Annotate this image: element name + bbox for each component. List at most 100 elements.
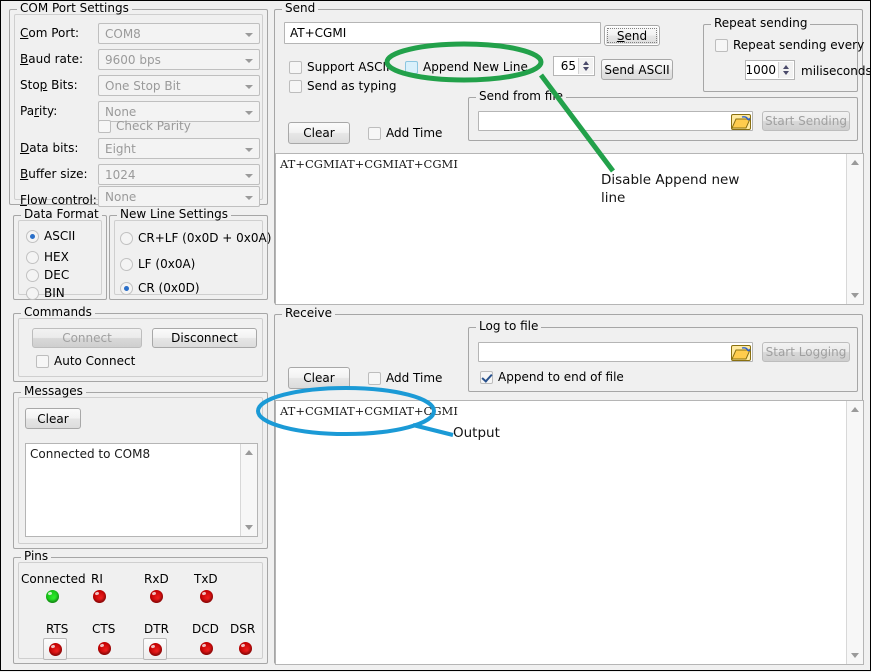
folder-open-icon[interactable] <box>731 112 751 130</box>
messages-clear-button[interactable]: Clear <box>25 408 81 429</box>
send-as-typing-label: Send as typing <box>307 80 396 93</box>
stop-bits-value: One Stop Bit <box>105 79 181 93</box>
pin-led-cts <box>98 642 111 655</box>
pin-led-rts <box>49 643 62 656</box>
radio-box <box>26 251 39 264</box>
stepper-arrows-icon[interactable] <box>578 58 593 74</box>
receive-clear-label: Clear <box>303 371 334 385</box>
scroll-up-icon[interactable] <box>851 160 859 165</box>
pin-label-txd: TxD <box>194 572 218 586</box>
messages-text-area[interactable]: Connected to COM8 <box>25 443 258 537</box>
com-port-select[interactable]: COM8 <box>98 23 260 44</box>
checkbox-box <box>368 372 381 385</box>
new-line-settings-group: New Line Settings CR+LF (0x0D + 0x0A) LF… <box>109 215 268 300</box>
radio-box <box>120 282 133 295</box>
log-to-file-group: Log to file Start Logging Append to end … <box>468 327 858 392</box>
pin-button-rts[interactable] <box>43 638 67 660</box>
repeat-interval-stepper[interactable]: 1000 <box>745 60 795 80</box>
blue-annotation-text: Output <box>453 424 500 442</box>
com-port-settings-legend: COM Port Settings <box>17 2 132 14</box>
pin-led-ri <box>93 590 106 603</box>
send-ascii-label: Send ASCII <box>604 63 669 77</box>
radio-box <box>26 230 39 243</box>
send-ascii-button[interactable]: Send ASCII <box>601 59 673 80</box>
buffer-size-select[interactable]: 1024 <box>98 164 260 185</box>
receive-group: Receive Clear Add Time Log to file <box>274 314 863 664</box>
pin-led-txd <box>200 590 213 603</box>
chevron-down-icon <box>241 188 258 205</box>
com-port-settings-group: COM Port Settings Com Port: COM8 Baud ra… <box>9 9 268 205</box>
receive-log-text: AT+CGMIAT+CGMIAT+CGMI <box>280 404 458 418</box>
scroll-up-icon[interactable] <box>851 407 859 412</box>
send-clear-button[interactable]: Clear <box>288 122 350 144</box>
radio-box <box>120 232 133 245</box>
send-file-path-input[interactable] <box>478 111 753 131</box>
chevron-down-icon <box>241 140 258 157</box>
chevron-down-icon <box>241 51 258 68</box>
send-log-scrollbar[interactable] <box>846 154 863 304</box>
com-port-label: Com Port: <box>20 26 79 40</box>
pin-label-rxd: RxD <box>144 572 169 586</box>
radio-box <box>26 287 39 300</box>
radio-label: LF (0x0A) <box>138 258 195 271</box>
radio-label: HEX <box>44 251 69 264</box>
pin-button-dtr[interactable] <box>143 638 167 660</box>
receive-log-area[interactable]: AT+CGMIAT+CGMIAT+CGMI <box>275 400 864 665</box>
data-format-legend: Data Format <box>21 208 102 220</box>
log-file-path-input[interactable] <box>478 342 753 362</box>
parity-label: Parity: <box>20 104 57 118</box>
scroll-up-icon[interactable] <box>245 450 253 455</box>
baud-rate-select[interactable]: 9600 bps <box>98 49 260 70</box>
pin-led-dcd <box>200 642 213 655</box>
send-from-file-legend: Send from file <box>476 90 566 102</box>
append-to-end-label: Append to end of file <box>498 371 624 384</box>
append-new-line-label: Append New Line <box>423 61 528 74</box>
start-logging-button[interactable]: Start Logging <box>762 342 850 362</box>
messages-scrollbar[interactable] <box>240 444 257 536</box>
checkbox-box <box>98 120 111 133</box>
parity-value: None <box>105 105 136 119</box>
radio-label: CR (0x0D) <box>138 282 200 295</box>
green-annotation-text: Disable Append new line <box>601 171 761 207</box>
start-logging-label: Start Logging <box>766 345 847 359</box>
send-log-area[interactable]: AT+CGMIAT+CGMIAT+CGMI <box>275 153 864 305</box>
send-input[interactable]: AT+CGMI <box>284 22 601 44</box>
folder-open-icon[interactable] <box>731 343 751 361</box>
checkbox-box <box>715 39 728 52</box>
send-button[interactable]: Send <box>604 25 660 46</box>
send-log-text: AT+CGMIAT+CGMIAT+CGMI <box>280 157 458 171</box>
connect-button[interactable]: Connect <box>32 328 142 348</box>
send-group: Send AT+CGMI Support ASCII Append New Li… <box>274 9 863 304</box>
commands-legend: Commands <box>21 306 95 318</box>
start-sending-button[interactable]: Start Sending <box>762 111 850 131</box>
char-count-value: 65 <box>561 59 576 73</box>
repeat-sending-label: Repeat sending every <box>733 39 864 52</box>
scroll-down-icon[interactable] <box>851 653 859 658</box>
scroll-down-icon[interactable] <box>245 525 253 530</box>
stop-bits-select[interactable]: One Stop Bit <box>98 75 260 96</box>
data-bits-label: Data bits: <box>20 141 78 155</box>
messages-group: Messages Clear Connected to COM8 <box>13 392 268 549</box>
stop-bits-label: Stop Bits: <box>20 78 78 92</box>
messages-text: Connected to COM8 <box>30 447 150 461</box>
stepper-arrows-icon[interactable] <box>778 62 793 78</box>
buffer-size-label: Buffer size: <box>20 167 88 181</box>
scroll-down-icon[interactable] <box>851 293 859 298</box>
buffer-size-value: 1024 <box>105 168 136 182</box>
receive-clear-button[interactable]: Clear <box>288 367 350 389</box>
checkbox-box <box>289 80 302 93</box>
char-count-stepper[interactable]: 65 <box>553 56 595 76</box>
checkbox-box <box>480 371 493 384</box>
pin-led-connected <box>46 590 59 603</box>
radio-label: CR+LF (0x0D + 0x0A) <box>138 232 271 245</box>
pin-label-connected: Connected <box>21 572 86 586</box>
repeat-sending-legend: Repeat sending <box>711 17 810 29</box>
receive-log-scrollbar[interactable] <box>846 401 863 664</box>
flow-control-select[interactable]: None <box>98 186 260 207</box>
receive-legend: Receive <box>282 307 335 319</box>
data-bits-select[interactable]: Eight <box>98 138 260 159</box>
pin-led-dsr <box>239 642 252 655</box>
start-sending-label: Start Sending <box>765 114 847 128</box>
radio-label: BIN <box>44 287 65 300</box>
disconnect-button[interactable]: Disconnect <box>152 328 257 348</box>
